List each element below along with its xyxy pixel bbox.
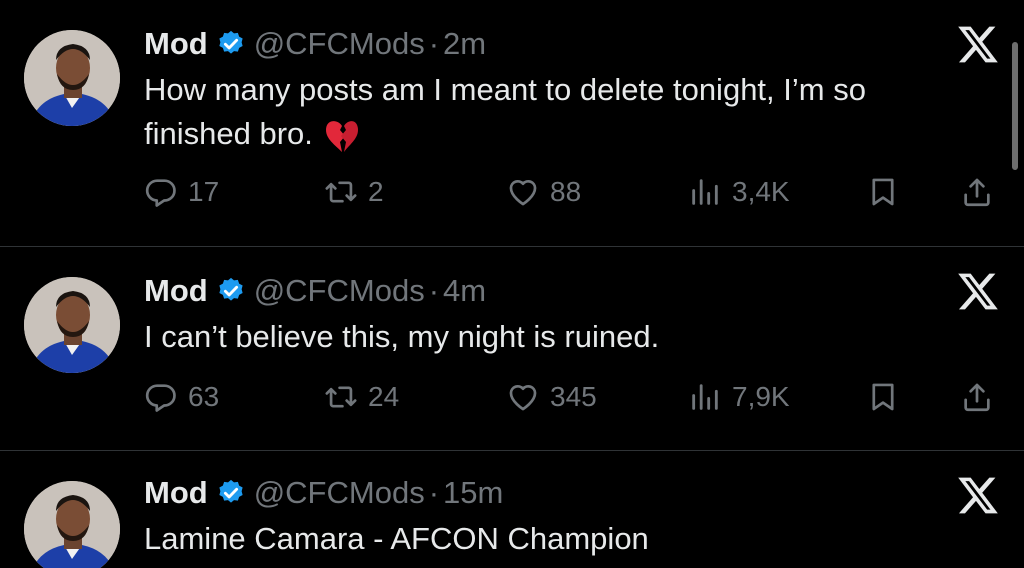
separator-dot: · [428, 273, 440, 308]
views-button[interactable]: 3,4K [688, 172, 790, 212]
bookmark-icon [872, 178, 894, 206]
tweet-3[interactable]: Mod @CFCMods · 15m Lamine Camara - AFCON… [0, 451, 1024, 568]
repost-count: 24 [368, 381, 400, 412]
avatar[interactable] [24, 30, 120, 126]
repost-button[interactable]: 2 [324, 172, 384, 212]
x-logo-icon [958, 477, 998, 514]
repost-count: 2 [368, 176, 384, 207]
repost-button[interactable]: 24 [324, 377, 399, 417]
verified-badge-icon [219, 479, 243, 503]
reply-count: 63 [188, 381, 220, 412]
verified-badge-icon [219, 30, 243, 54]
bookmark-button[interactable] [866, 172, 900, 212]
like-button[interactable]: 88 [506, 172, 581, 212]
tweet-text: How many posts am I meant to delete toni… [144, 68, 984, 156]
share-button[interactable] [960, 172, 994, 212]
handle[interactable]: @CFCMods [254, 273, 425, 309]
tweet-2[interactable]: Mod @CFCMods · 4m I can’t believe this, … [0, 247, 1024, 450]
tweet-1[interactable]: Mod @CFCMods · 2m How many posts am I me… [0, 0, 1024, 246]
tweet-text: Lamine Camara - AFCON Champion [144, 517, 984, 561]
bookmark-button[interactable] [866, 377, 900, 417]
display-name[interactable]: Mod [144, 475, 208, 511]
repost-icon [325, 181, 357, 203]
reply-count: 17 [188, 176, 220, 207]
tweet-header: Mod @CFCMods · 15m [144, 473, 503, 513]
views-icon [692, 384, 718, 410]
views-icon [692, 179, 718, 205]
like-count: 88 [550, 176, 582, 207]
x-logo-icon [958, 273, 998, 310]
separator-dot: · [428, 26, 440, 61]
x-logo-icon [958, 26, 998, 63]
share-icon [964, 383, 990, 412]
timestamp[interactable]: 4m [443, 273, 486, 309]
avatar[interactable] [24, 481, 120, 568]
heart-icon [509, 384, 537, 411]
views-count: 3,4K [732, 176, 790, 207]
handle[interactable]: @CFCMods [254, 475, 425, 511]
tweet-header: Mod @CFCMods · 4m [144, 271, 486, 311]
tweet-actions: 17 2 88 3,4K [144, 172, 1004, 212]
timestamp[interactable]: 2m [443, 26, 486, 62]
timestamp[interactable]: 15m [443, 475, 503, 511]
repost-icon [325, 386, 357, 408]
display-name[interactable]: Mod [144, 273, 208, 309]
broken-heart-icon [325, 120, 358, 152]
tweet-text-line: How many posts am I meant to delete toni… [144, 72, 866, 107]
tweet-actions: 63 24 345 7,9K [144, 377, 1004, 417]
share-icon [964, 178, 990, 207]
display-name[interactable]: Mod [144, 26, 208, 62]
bookmark-icon [872, 383, 894, 411]
tweet-text: I can’t believe this, my night is ruined… [144, 315, 984, 359]
reply-button[interactable]: 63 [144, 377, 219, 417]
verified-badge-icon [219, 277, 243, 301]
reply-icon [145, 179, 176, 207]
like-button[interactable]: 345 [506, 377, 597, 417]
handle[interactable]: @CFCMods [254, 26, 425, 62]
reply-icon [145, 384, 176, 412]
avatar[interactable] [24, 277, 120, 373]
tweet-text-line: I can’t believe this, my night is ruined… [144, 319, 660, 354]
reply-button[interactable]: 17 [144, 172, 219, 212]
like-count: 345 [550, 381, 597, 412]
views-count: 7,9K [732, 381, 790, 412]
views-button[interactable]: 7,9K [688, 377, 790, 417]
heart-icon [509, 179, 537, 206]
tweet-header: Mod @CFCMods · 2m [144, 24, 486, 64]
share-button[interactable] [960, 377, 994, 417]
tweet-text-line: Lamine Camara - AFCON Champion [144, 521, 649, 556]
separator-dot: · [428, 475, 440, 510]
tweet-text-line: finished bro. [144, 116, 313, 151]
